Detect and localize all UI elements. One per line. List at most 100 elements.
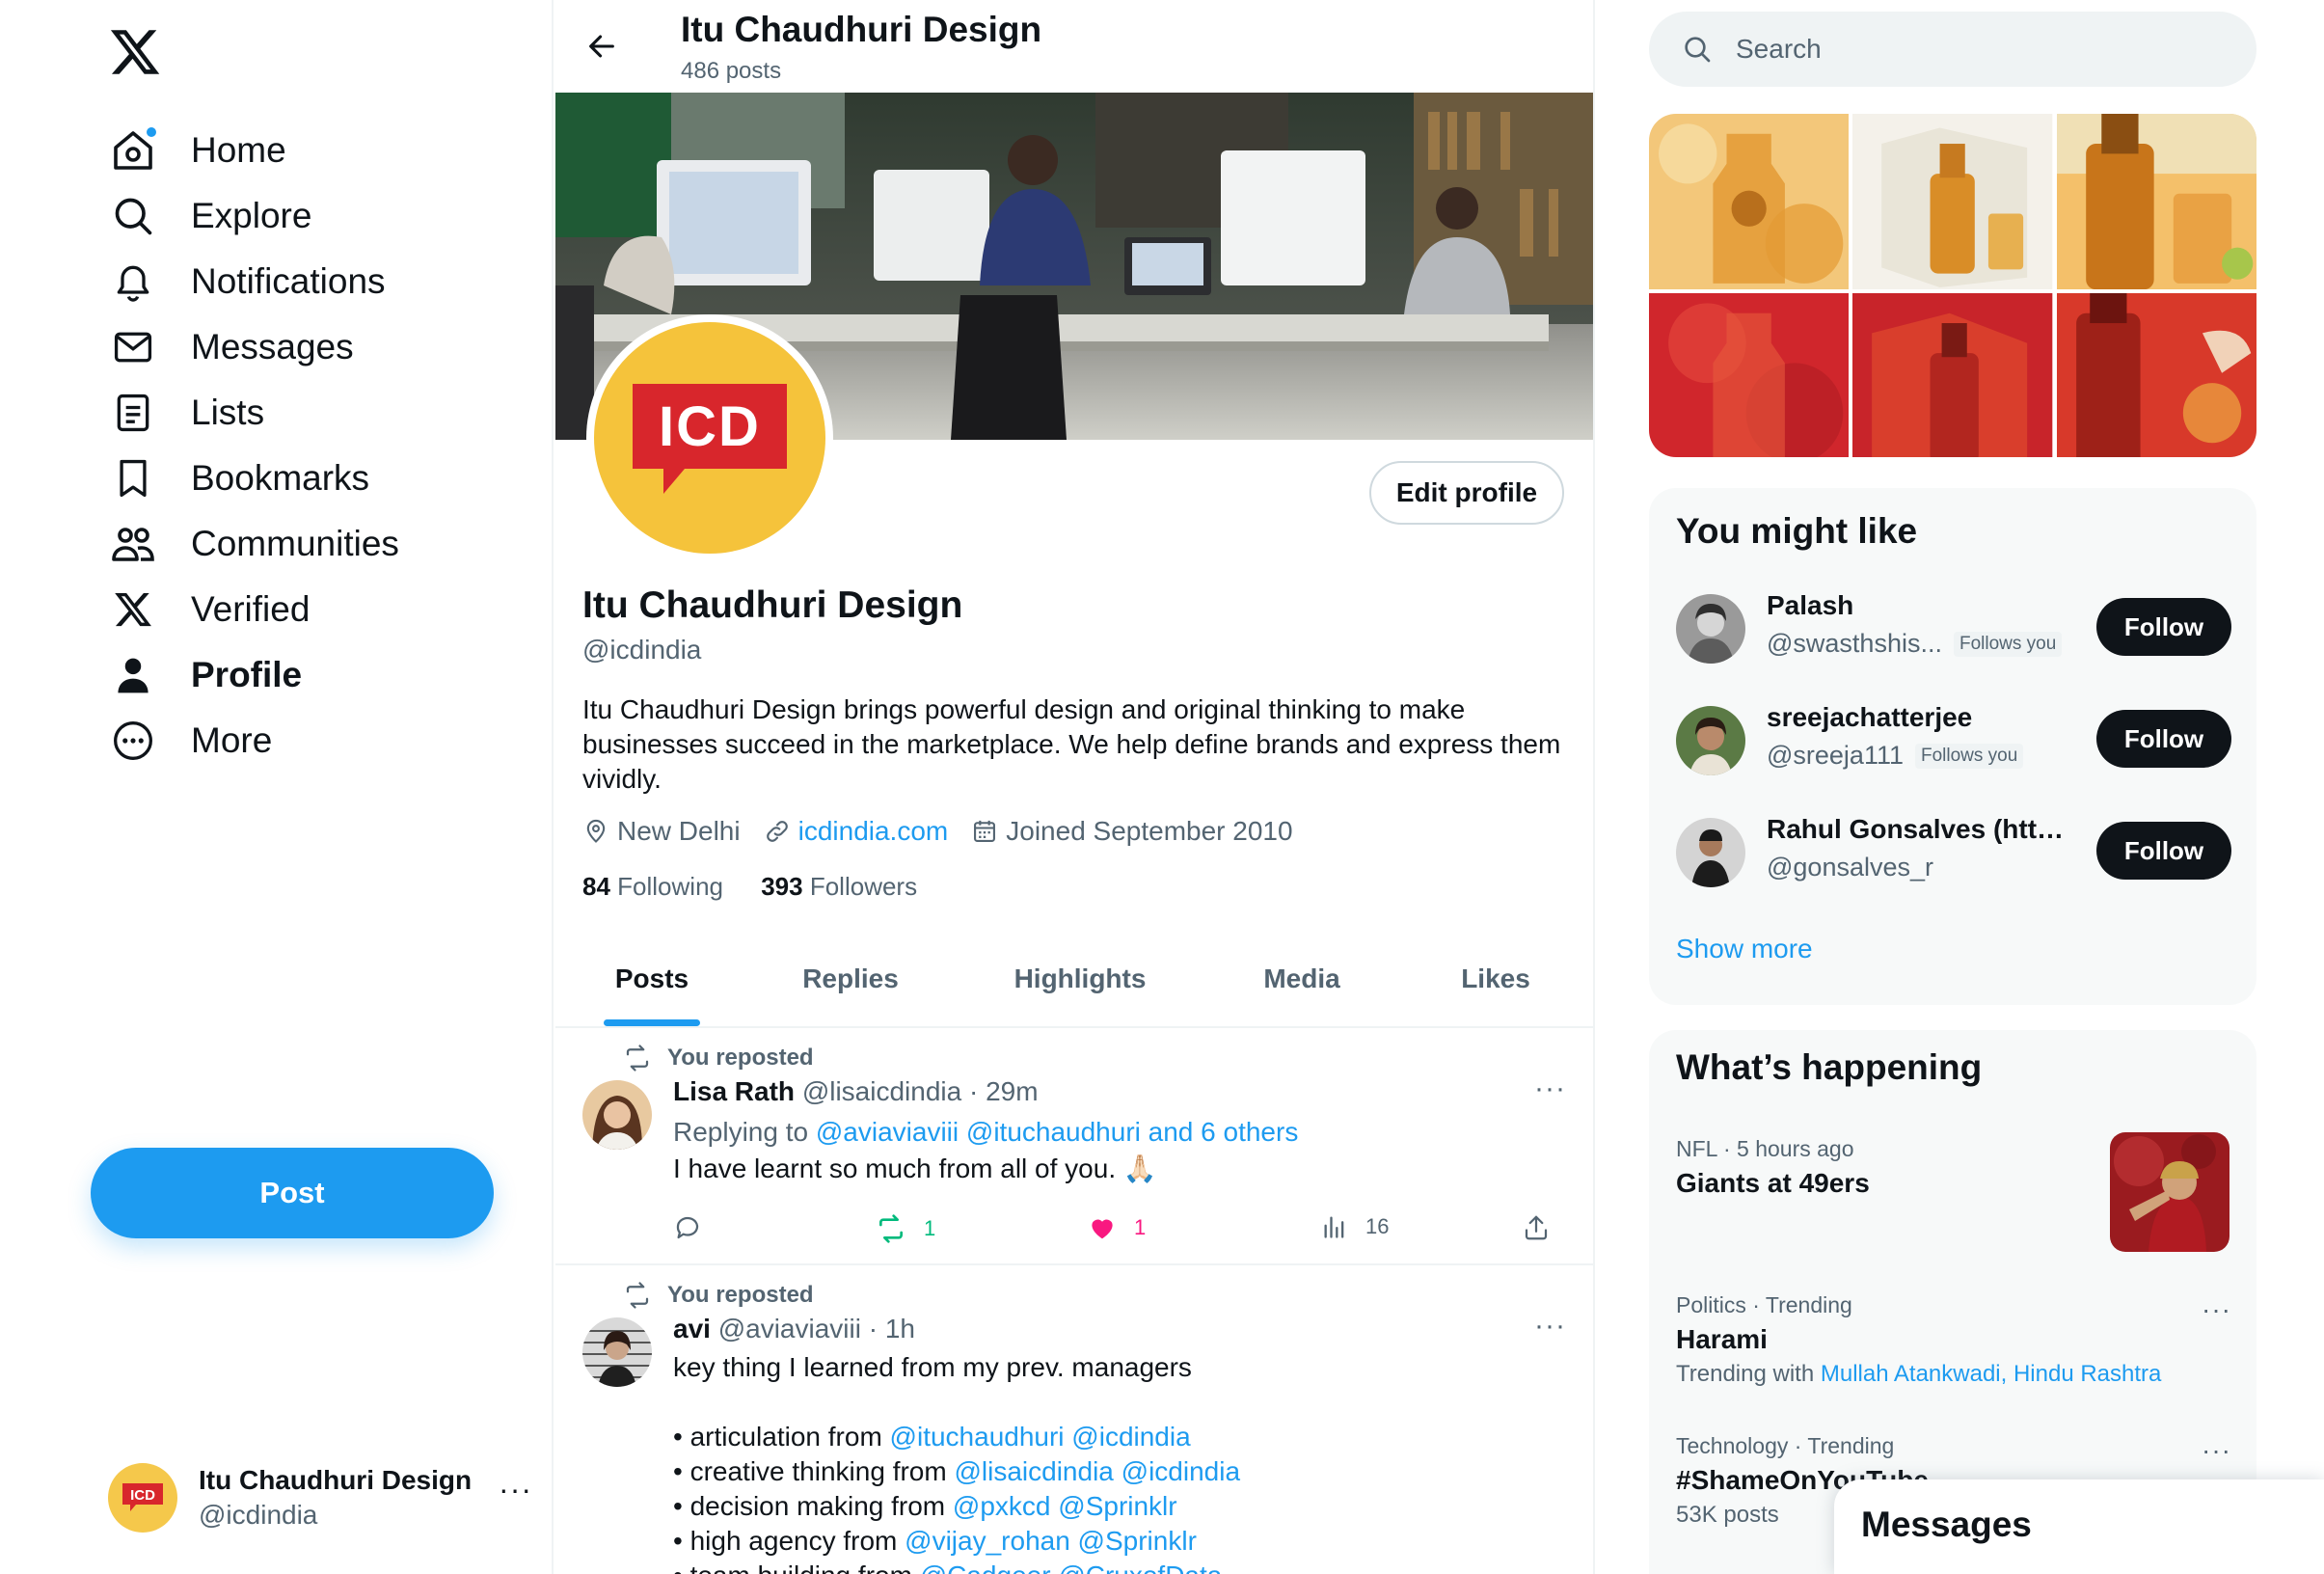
share-icon	[1525, 1215, 1548, 1240]
media-thumbnail[interactable]	[1649, 114, 1850, 290]
tweet-text: I have learnt so much from all of you. 🙏…	[673, 1153, 1157, 1183]
retweet-button[interactable]: 1	[876, 1213, 935, 1244]
tab-replies[interactable]: Replies	[748, 932, 953, 1026]
trend-item[interactable]: Politics · Trending Harami Trending with…	[1676, 1292, 2231, 1388]
profile-media-grid[interactable]	[1649, 114, 2256, 457]
profile-handle: @icdindia	[582, 635, 702, 665]
follow-button[interactable]: Follow	[2096, 822, 2231, 880]
follow-button[interactable]: Follow	[2096, 598, 2231, 656]
author-name[interactable]: avi	[673, 1314, 711, 1343]
nav-more[interactable]: More	[106, 702, 272, 779]
tweet-actions: 1 1 16	[673, 1213, 1560, 1252]
follows-you-badge: Follows you	[1915, 743, 2024, 769]
author-handle-time: @lisaicdindia · 29m	[801, 1076, 1039, 1106]
website[interactable]: icdindia.com	[764, 816, 948, 847]
tweet-text-line: • decision making from @pxkcd @Sprinklr	[673, 1491, 1177, 1521]
followers-link[interactable]: 393 Followers	[761, 872, 917, 901]
tab-media[interactable]: Media	[1207, 932, 1396, 1026]
account-handle: @icdindia	[199, 1500, 318, 1530]
tweet-header: Lisa Rath @lisaicdindia · 29m	[673, 1076, 1039, 1107]
more-icon[interactable]: ···	[2202, 1435, 2231, 1466]
tab-posts[interactable]: Posts	[555, 932, 748, 1026]
trend-related-links[interactable]: Mullah Atankwadi, Hindu Rashtra	[1821, 1361, 2162, 1387]
mention-link[interactable]: @lisaicdindia @icdindia	[954, 1456, 1240, 1486]
account-name: Itu Chaudhuri Design	[199, 1465, 473, 1495]
location: New Delhi	[582, 816, 741, 847]
messages-drawer[interactable]: Messages	[1834, 1479, 2324, 1574]
like-button[interactable]: 1	[1088, 1213, 1146, 1242]
repost-indicator: You reposted	[623, 1281, 814, 1310]
tweet[interactable]: You reposted avi @aviaviaviii · 1h ··· k…	[555, 1267, 1593, 1574]
more-icon[interactable]: ···	[499, 1472, 532, 1507]
envelope-icon	[106, 320, 160, 374]
nav-label: Communities	[191, 524, 399, 563]
nav-label: Notifications	[191, 261, 386, 301]
profile-stats: 84 Following 393 Followers	[582, 872, 948, 902]
mention-link[interactable]: @pxkcd @Sprinklr	[953, 1491, 1177, 1521]
location-pin-icon	[586, 819, 606, 843]
trend-image[interactable]	[2110, 1132, 2229, 1252]
nav-label: Messages	[191, 327, 354, 366]
media-thumbnail[interactable]	[1852, 114, 2053, 290]
suggested-user[interactable]: sreejachatterjee @sreeja111 Follows you F…	[1676, 702, 2231, 779]
nav-label: More	[191, 720, 273, 760]
who-to-follow-card: You might like Palash @swasthshis... Foll…	[1649, 488, 2256, 1005]
x-logo-icon[interactable]	[108, 25, 162, 79]
search-input[interactable]	[1736, 34, 2199, 65]
search-icon	[1685, 37, 1711, 63]
account-switcher[interactable]: ICD Itu Chaudhuri Design @icdindia ···	[108, 1454, 532, 1541]
mention-link[interactable]: @ituchaudhuri @icdindia	[890, 1422, 1191, 1452]
mention-link[interactable]: @vijay_rohan @Sprinklr	[905, 1526, 1197, 1556]
search-box[interactable]	[1649, 12, 2256, 87]
media-thumbnail[interactable]	[1852, 293, 2053, 457]
more-circle-icon	[106, 714, 160, 768]
more-icon[interactable]: ···	[1534, 1072, 1566, 1105]
avatar[interactable]	[582, 1080, 652, 1150]
profile-avatar[interactable]: ICD	[586, 314, 833, 561]
follow-button[interactable]: Follow	[2096, 710, 2231, 768]
tweet[interactable]: You reposted Lisa Rath @lisaicdindia · 2…	[555, 1030, 1593, 1265]
repost-icon	[879, 1214, 903, 1243]
profile-name: Itu Chaudhuri Design	[582, 584, 963, 626]
views-button[interactable]: 16	[1321, 1213, 1389, 1240]
back-arrow-icon[interactable]	[581, 25, 623, 68]
avatar[interactable]	[582, 1317, 652, 1387]
following-link[interactable]: 84 Following	[582, 872, 723, 901]
suggested-user-name: Palash	[1767, 590, 1854, 620]
card-title: What’s happening	[1676, 1047, 1983, 1087]
show-more-link[interactable]: Show more	[1676, 934, 1813, 964]
mention-link[interactable]: @aviaviaviii @ituchaudhuri and 6 others	[816, 1117, 1298, 1147]
share-button[interactable]	[1522, 1213, 1568, 1242]
card-title: You might like	[1676, 511, 1918, 551]
media-thumbnail[interactable]	[2056, 293, 2256, 457]
analytics-icon	[1324, 1216, 1344, 1238]
media-thumbnail[interactable]	[2056, 114, 2256, 290]
suggested-user-handle: @gonsalves_r	[1767, 853, 1933, 882]
mention-link[interactable]: @Cadgeer @CruxofData	[920, 1560, 1223, 1574]
tab-likes[interactable]: Likes	[1396, 932, 1593, 1026]
icd-logo-icon: ICD	[633, 384, 787, 494]
avatar[interactable]	[1676, 594, 1745, 664]
suggested-user[interactable]: Palash @swasthshis... Follows you Follow	[1676, 590, 2231, 667]
person-icon	[106, 648, 160, 702]
trend-context: Trending with Mullah Atankwadi, Hindu Ra…	[1676, 1361, 2162, 1387]
profile-bio: Itu Chaudhuri Design brings powerful des…	[582, 694, 1561, 794]
avatar[interactable]	[1676, 818, 1745, 887]
media-thumbnail[interactable]	[1649, 293, 1850, 457]
author-name[interactable]: Lisa Rath	[673, 1076, 795, 1106]
suggested-user[interactable]: Rahul Gonsalves (http... @gonsalves_r Fo…	[1676, 814, 2231, 891]
left-navigation: Home Explore Notifications Messages List…	[0, 0, 554, 1574]
repost-icon	[626, 1045, 649, 1072]
calendar-icon	[974, 820, 996, 842]
post-button[interactable]: Post	[91, 1148, 494, 1238]
reply-button[interactable]	[673, 1213, 719, 1242]
search-icon	[106, 189, 160, 243]
people-icon	[106, 517, 160, 571]
avatar[interactable]	[1676, 706, 1745, 775]
more-icon[interactable]: ···	[1534, 1310, 1566, 1343]
joined-date: Joined September 2010	[971, 816, 1293, 847]
edit-profile-button[interactable]: Edit profile	[1369, 461, 1564, 525]
tab-highlights[interactable]: Highlights	[953, 932, 1207, 1026]
more-icon[interactable]: ···	[2202, 1294, 2231, 1325]
icd-logo-icon: ICD	[122, 1483, 163, 1511]
